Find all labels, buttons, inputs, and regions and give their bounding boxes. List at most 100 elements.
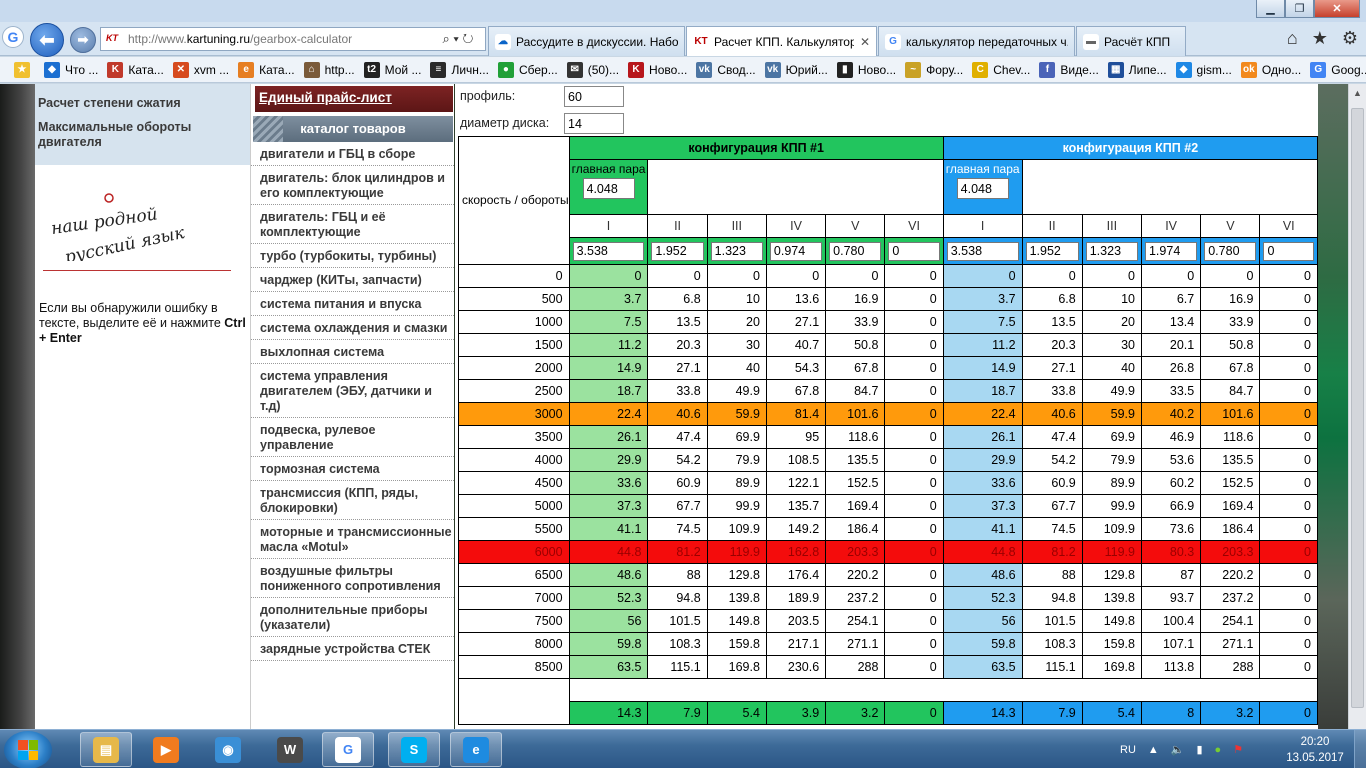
catalog-item[interactable]: система управления двигателем (ЭБУ, датч… bbox=[251, 364, 454, 418]
gear-ratio-input-1[interactable] bbox=[888, 241, 940, 261]
catalog-item[interactable]: система охлаждения и смазки bbox=[251, 316, 454, 340]
tray-app-icon[interactable]: ● bbox=[1215, 744, 1222, 756]
gear-ratio-input-1[interactable] bbox=[710, 241, 763, 261]
catalog-item[interactable]: двигатели и ГБЦ в сборе bbox=[251, 142, 454, 166]
scroll-up-icon[interactable]: ▲ bbox=[1349, 84, 1366, 102]
back-button[interactable]: ⬅ bbox=[30, 23, 64, 57]
url-text[interactable]: http://www.kartuning.ru/gearbox-calculat… bbox=[128, 32, 431, 46]
taskbar-app-button[interactable]: G bbox=[322, 732, 374, 767]
favorite-link[interactable]: ✕ xvm ... bbox=[172, 61, 229, 78]
language-indicator[interactable]: RU bbox=[1120, 744, 1136, 756]
tab-close-icon[interactable]: ✕ bbox=[860, 35, 870, 49]
favorite-link[interactable]: ▦ Липе... bbox=[1107, 61, 1167, 78]
favorite-link[interactable]: C Chev... bbox=[972, 61, 1030, 78]
catalog-item[interactable]: двигатель: ГБЦ и её комплектующие bbox=[251, 205, 454, 244]
start-button[interactable] bbox=[4, 731, 52, 768]
speed-cell: 135.7 bbox=[765, 494, 827, 518]
taskbar-app-button[interactable]: ▤ bbox=[80, 732, 132, 767]
favorite-link[interactable]: e Ката... bbox=[238, 61, 295, 78]
disk-diameter-input[interactable] bbox=[564, 113, 624, 134]
favorite-link[interactable]: ◆ gism... bbox=[1175, 61, 1232, 78]
favorite-link[interactable]: ~ Фору... bbox=[905, 61, 963, 78]
compression-calc-link[interactable]: Расчет степени сжатия bbox=[38, 96, 250, 111]
browser-tab[interactable]: ☁ Рассудите в дискуссии. Набо... bbox=[488, 26, 685, 56]
favorite-link[interactable]: G Goog... bbox=[1310, 61, 1366, 78]
gear-ratio-input-1[interactable] bbox=[829, 241, 882, 261]
speed-cell: 152.5 bbox=[1200, 471, 1261, 495]
action-center-flag-icon[interactable]: ⚑ bbox=[1233, 743, 1243, 756]
speed-cell: 67.8 bbox=[765, 379, 827, 403]
close-window-button[interactable]: ✕ bbox=[1314, 0, 1360, 18]
catalog-item[interactable]: подвеска, рулевое управление bbox=[251, 418, 454, 457]
catalog-item[interactable]: двигатель: блок цилиндров и его комплект… bbox=[251, 166, 454, 205]
gear-ratio-input-2[interactable] bbox=[946, 241, 1019, 261]
new-tab-button[interactable] bbox=[1187, 26, 1209, 56]
favorite-link[interactable]: ◆ Что ... bbox=[44, 61, 98, 78]
profile-input[interactable] bbox=[564, 86, 624, 107]
config2-title: конфигурация КПП #2 bbox=[942, 136, 1319, 160]
catalog-item[interactable]: турбо (турбокиты, турбины) bbox=[251, 244, 454, 268]
address-bar[interactable]: KT http://www.kartuning.ru/gearbox-calcu… bbox=[100, 27, 486, 51]
speed-cell: 14.9 bbox=[568, 356, 649, 380]
scrollbar-thumb[interactable] bbox=[1351, 108, 1364, 708]
favorite-link[interactable]: ≡ Личн... bbox=[430, 61, 489, 78]
rpm-cell: 5000 bbox=[458, 494, 570, 518]
favorite-link[interactable]: f Виде... bbox=[1039, 61, 1099, 78]
gear-ratio-input-2[interactable] bbox=[1025, 241, 1079, 261]
address-buttons[interactable]: ⌕ ▾ ↻ bbox=[431, 31, 485, 47]
favorites-star-icon[interactable]: ★ bbox=[14, 61, 35, 78]
settings-gear-icon[interactable]: ⚙ bbox=[1342, 28, 1358, 49]
browser-tab[interactable]: Gкалькулятор передаточных ч... bbox=[878, 26, 1075, 56]
network-icon[interactable]: ▮ bbox=[1196, 743, 1202, 756]
browser-tab[interactable]: KT Расчет КПП. Калькулятор ... ✕ bbox=[686, 26, 877, 56]
favorite-link[interactable]: ▮ Ново... bbox=[836, 61, 896, 78]
taskbar-app-button[interactable]: e bbox=[450, 732, 502, 767]
catalog-item[interactable]: моторные и трансмиссионные масла «Motul» bbox=[251, 520, 454, 559]
gear-ratio-input-2[interactable] bbox=[1263, 241, 1314, 261]
gear-ratio-input-2[interactable] bbox=[1085, 241, 1138, 261]
favorite-link[interactable]: ok Одно... bbox=[1240, 61, 1301, 78]
catalog-item[interactable]: трансмиссия (КПП, ряды, блокировки) bbox=[251, 481, 454, 520]
show-hidden-icons-icon[interactable]: ▲ bbox=[1148, 744, 1159, 756]
taskbar-app-button[interactable]: ◉ bbox=[202, 732, 254, 767]
main-pair-input-1[interactable] bbox=[582, 178, 635, 199]
volume-icon[interactable]: 🔈 bbox=[1171, 743, 1185, 756]
forward-button[interactable]: ➡ bbox=[70, 27, 96, 53]
home-icon[interactable]: ⌂ bbox=[1287, 28, 1298, 49]
catalog-item[interactable]: дополнительные приборы (указатели) bbox=[251, 598, 454, 637]
main-pair-input-2[interactable] bbox=[956, 178, 1009, 199]
favorite-link[interactable]: vk Юрий... bbox=[764, 61, 828, 78]
max-rpm-link[interactable]: Максимальные обороты двигателя bbox=[38, 120, 250, 150]
favorite-link[interactable]: ✉ (50)... bbox=[566, 61, 619, 78]
favorites-star-icon[interactable]: ★ bbox=[1312, 28, 1328, 49]
catalog-item[interactable]: система питания и впуска bbox=[251, 292, 454, 316]
gear-ratio-input-2[interactable] bbox=[1204, 241, 1257, 261]
gear-ratio-input-1[interactable] bbox=[769, 241, 823, 261]
favorite-link[interactable]: vk Свод... bbox=[696, 61, 756, 78]
taskbar-app-button[interactable]: W bbox=[264, 732, 316, 767]
price-list-link[interactable]: Единый прайс-лист bbox=[255, 86, 453, 112]
favorite-link[interactable]: t2 Мой ... bbox=[363, 61, 421, 78]
show-desktop-button[interactable] bbox=[1354, 730, 1366, 768]
speed-cell: 73.6 bbox=[1140, 517, 1202, 541]
catalog-item[interactable]: тормозная система bbox=[251, 457, 454, 481]
speed-cell: 13.5 bbox=[1021, 310, 1083, 334]
gear-ratio-input-2[interactable] bbox=[1144, 241, 1198, 261]
clock[interactable]: 20:20 13.05.2017 bbox=[1280, 734, 1350, 766]
taskbar-app-button[interactable]: ▶ bbox=[140, 732, 192, 767]
gear-ratio-input-1[interactable] bbox=[572, 241, 645, 261]
taskbar-app-button[interactable]: S bbox=[388, 732, 440, 767]
minimize-button[interactable]: ▁ bbox=[1256, 0, 1285, 18]
catalog-item[interactable]: выхлопная система bbox=[251, 340, 454, 364]
catalog-item[interactable]: зарядные устройства СТЕК bbox=[251, 637, 454, 661]
browser-tab[interactable]: ▬ Расчёт КПП bbox=[1076, 26, 1186, 56]
catalog-item[interactable]: чарджер (КИТы, запчасти) bbox=[251, 268, 454, 292]
maximize-button[interactable]: ❐ bbox=[1285, 0, 1314, 18]
favorite-link[interactable]: ⌂ http... bbox=[303, 61, 355, 78]
favorite-link[interactable]: K Ново... bbox=[628, 61, 687, 78]
catalog-item[interactable]: воздушные фильтры пониженного сопротивле… bbox=[251, 559, 454, 598]
gear-ratio-input-1[interactable] bbox=[651, 241, 704, 261]
vertical-scrollbar[interactable]: ▲ bbox=[1348, 84, 1366, 729]
favorite-link[interactable]: K Ката... bbox=[107, 61, 164, 78]
favorite-link[interactable]: ● Сбер... bbox=[497, 61, 558, 78]
